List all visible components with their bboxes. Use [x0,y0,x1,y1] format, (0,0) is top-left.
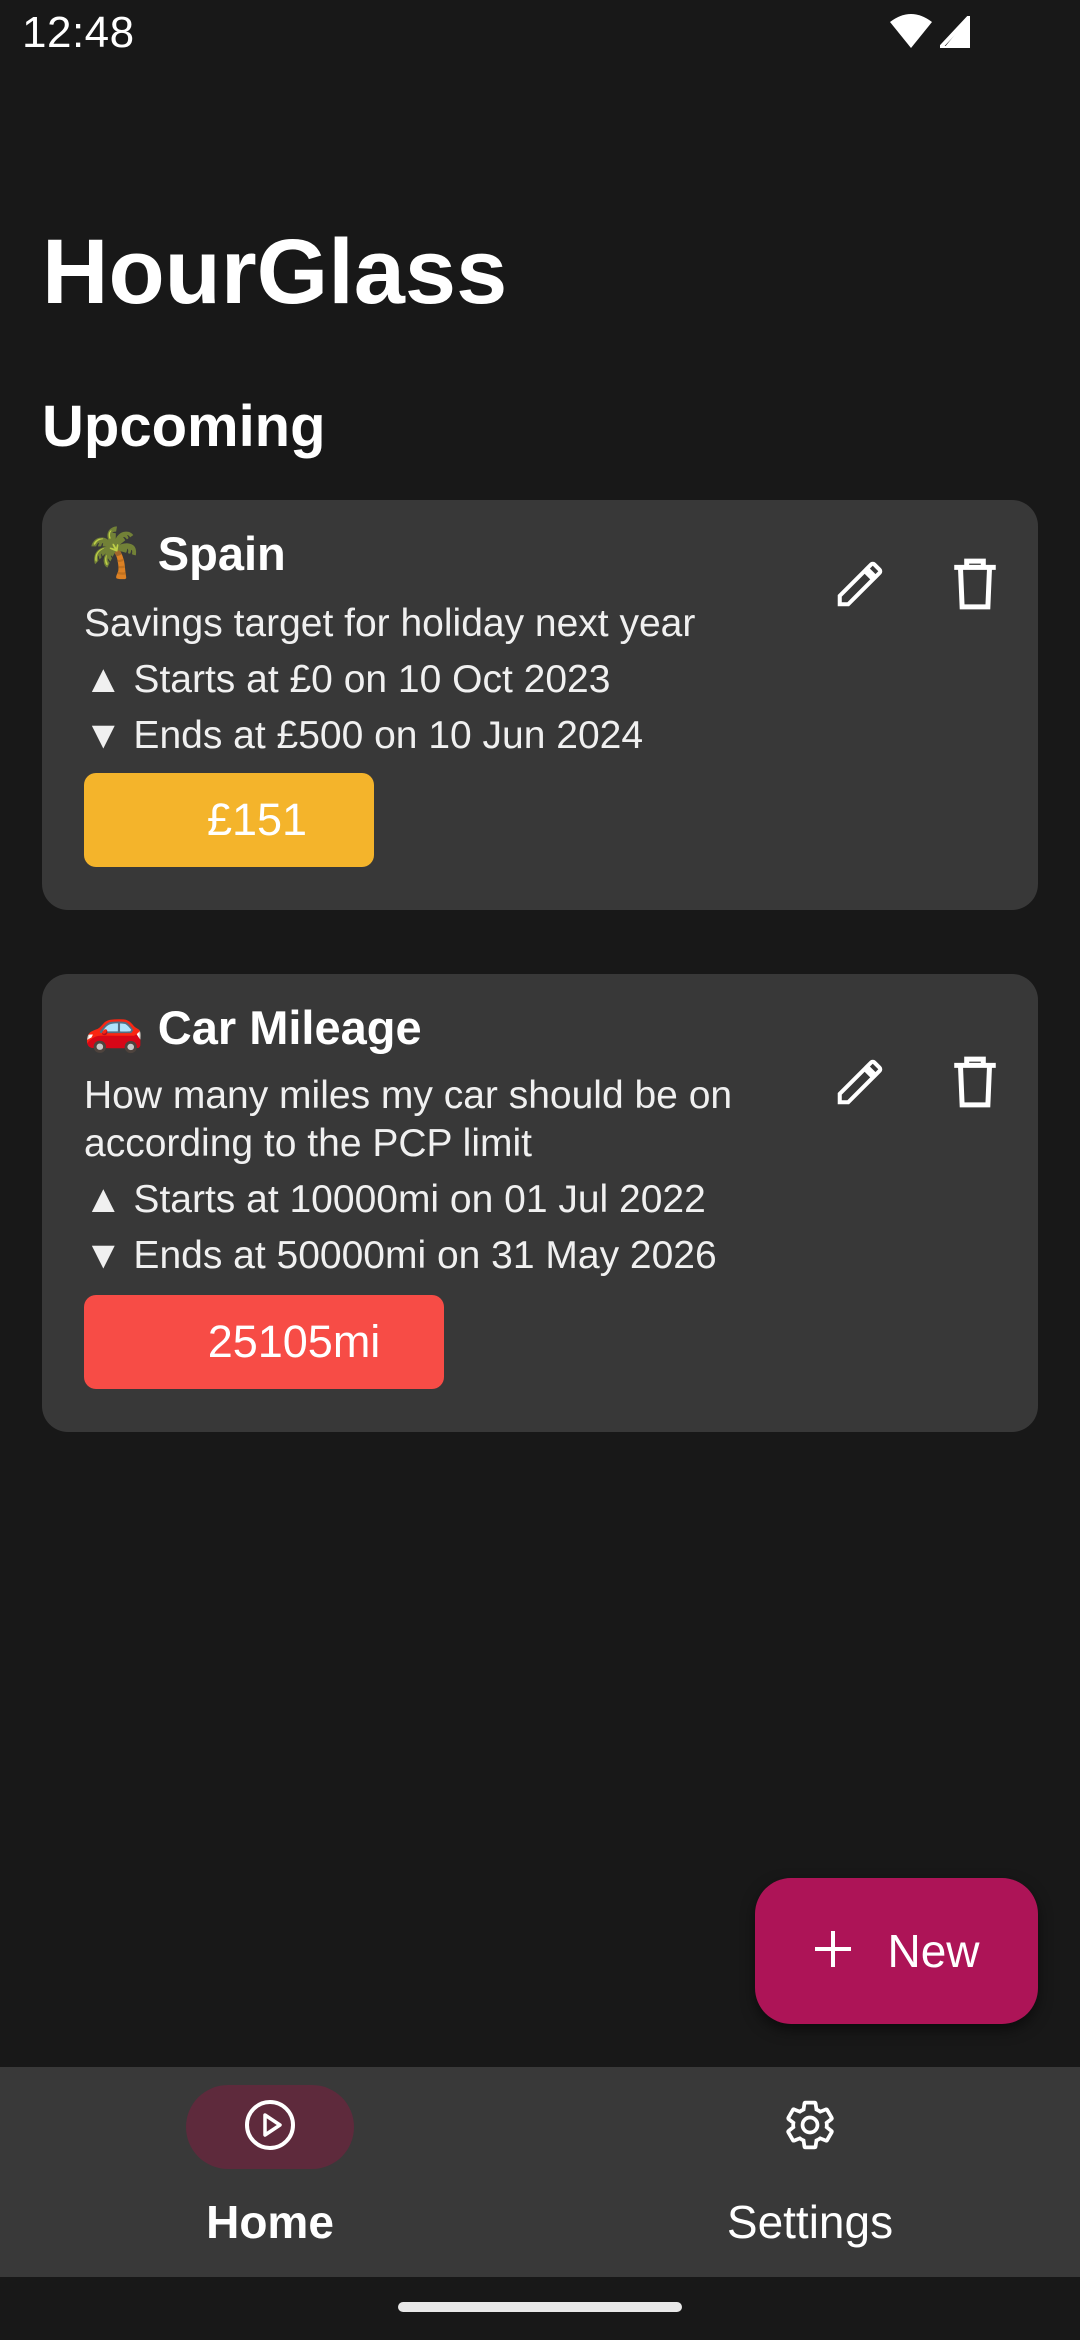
nav-label-settings: Settings [726,2196,894,2248]
delete-icon [950,557,1000,616]
gear-icon [782,2097,838,2158]
cell-signal-icon [935,10,972,53]
status-bar: 12:48 [0,0,1080,66]
nav-label-home: Home [206,2196,334,2248]
edit-button[interactable] [820,546,900,626]
timer-card-car-mileage[interactable]: 🚗 Car Mileage How many miles my car shou… [42,974,1038,1432]
palm-tree-icon: 🌴 [84,526,144,580]
card-title: 🌴 Spain [84,526,286,581]
delete-icon [950,1055,1000,1114]
edit-button[interactable] [820,1044,900,1124]
plus-icon [813,1929,853,1974]
edit-icon [833,1055,887,1114]
timer-card-spain[interactable]: 🌴 Spain Savings target for holiday next … [42,500,1038,910]
current-value: 25105mi [207,1316,381,1367]
nav-item-home[interactable]: Home [0,2067,540,2277]
wifi-icon [890,14,932,53]
current-value-badge: 25105mi [84,1295,444,1389]
home-screen: 12:48 HourGlass Upcoming 🌴 Spain Savings… [0,0,1080,2340]
card-start-line: ▲ Starts at £0 on 10 Oct 2023 [84,658,611,701]
card-description: Savings target for holiday next year [84,602,696,645]
nav-item-settings[interactable]: Settings [540,2067,1080,2277]
gesture-navigation-bar[interactable] [398,2302,682,2312]
status-icons [890,10,972,53]
status-time: 12:48 [22,8,135,57]
play-circle-icon [243,2098,297,2157]
current-value-badge: £151 [84,773,374,867]
new-button-label: New [887,1925,980,1977]
section-title-upcoming: Upcoming [42,394,326,459]
car-icon: 🚗 [84,1000,144,1054]
card-title-text: Spain [157,527,286,580]
new-button[interactable]: New [755,1878,1038,2024]
delete-button[interactable] [935,1044,1015,1124]
edit-icon [833,557,887,616]
card-end-line: ▼ Ends at 50000mi on 31 May 2026 [84,1234,717,1277]
card-title-text: Car Mileage [157,1001,422,1054]
bottom-navigation: Home Settings [0,2067,1080,2277]
delete-button[interactable] [935,546,1015,626]
current-value: £151 [206,794,308,845]
nav-active-indicator [186,2085,354,2169]
card-description: How many miles my car should be on accor… [84,1074,733,1165]
card-start-line: ▲ Starts at 10000mi on 01 Jul 2022 [84,1178,706,1221]
card-title: 🚗 Car Mileage [84,1000,422,1055]
nav-icon-container [726,2085,894,2169]
card-end-line: ▼ Ends at £500 on 10 Jun 2024 [84,714,644,757]
app-title: HourGlass [42,221,508,323]
